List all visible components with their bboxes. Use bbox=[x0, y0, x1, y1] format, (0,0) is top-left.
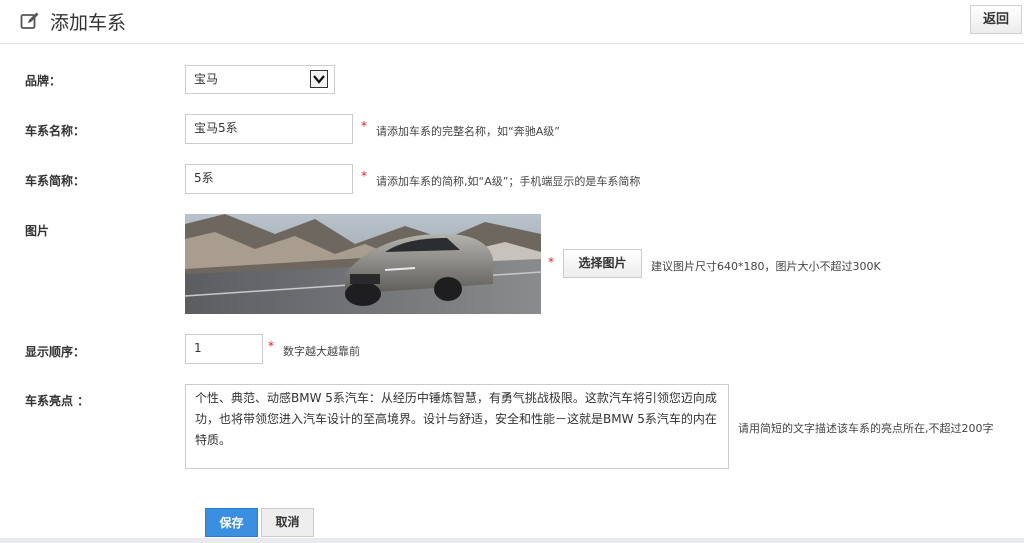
car-image bbox=[185, 214, 541, 314]
order-input[interactable]: 1 bbox=[185, 334, 263, 364]
required-mark: * bbox=[361, 169, 367, 183]
short-name-input[interactable]: 5系 bbox=[185, 164, 353, 194]
page-title: 添加车系 bbox=[50, 12, 127, 34]
order-label: 显示顺序： bbox=[25, 345, 86, 359]
series-name-hint: 请添加车系的完整名称，如“奔驰A级” bbox=[376, 125, 560, 138]
short-name-label: 车系简称： bbox=[25, 174, 86, 188]
brand-select[interactable]: 宝马 bbox=[185, 65, 335, 94]
required-mark: * bbox=[548, 255, 554, 269]
brand-label: 品牌： bbox=[25, 74, 62, 88]
image-hint: 建议图片尺寸640*180，图片大小不超过300K bbox=[651, 260, 881, 273]
page-header: 添加车系 返回 bbox=[0, 0, 1024, 44]
series-name-input[interactable]: 宝马5系 bbox=[185, 114, 353, 144]
edit-icon bbox=[20, 12, 39, 29]
back-button[interactable]: 返回 bbox=[970, 5, 1022, 34]
save-button[interactable]: 保存 bbox=[205, 508, 258, 537]
required-mark: * bbox=[268, 339, 274, 353]
highlights-label: 车系亮点 ： bbox=[25, 394, 90, 408]
image-label: 图片 bbox=[25, 224, 50, 238]
order-hint: 数字越大越靠前 bbox=[283, 345, 360, 358]
highlights-textarea[interactable]: 个性、典范、动感BMW 5系汽车：从经历中锤炼智慧，有勇气挑战极限。这款汽车将引… bbox=[185, 384, 729, 469]
cancel-button[interactable]: 取消 bbox=[261, 508, 314, 537]
bottom-scrollbar[interactable] bbox=[0, 538, 1024, 543]
highlights-hint: 请用简短的文字描述该车系的亮点所在,不超过200字 bbox=[738, 422, 994, 435]
required-mark: * bbox=[361, 119, 367, 133]
brand-select-value: 宝马 bbox=[194, 72, 219, 86]
choose-image-button[interactable]: 选择图片 bbox=[563, 249, 642, 278]
series-name-label: 车系名称： bbox=[25, 124, 86, 138]
short-name-hint: 请添加车系的简称,如“A级”；手机端显示的是车系简称 bbox=[376, 175, 641, 188]
chevron-down-icon[interactable] bbox=[310, 70, 328, 88]
